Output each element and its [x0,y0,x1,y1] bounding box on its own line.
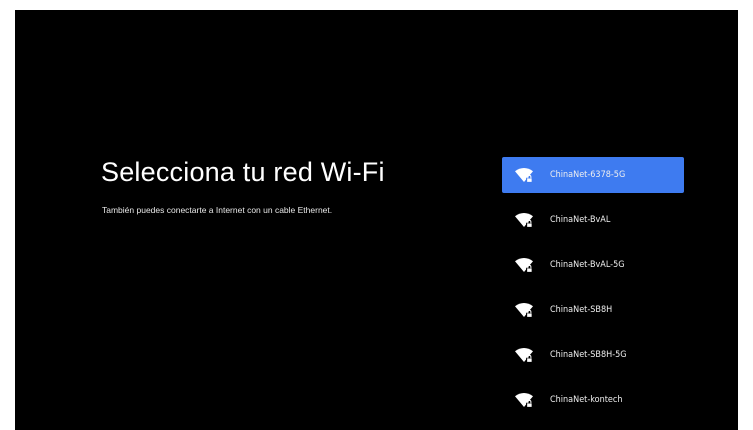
network-item[interactable]: ChinaNet-SB8H [502,292,684,328]
page-title: Selecciona tu red Wi-Fi [101,157,385,187]
network-item[interactable]: ChinaNet-6378-5G [502,157,684,193]
wifi-locked-icon [515,168,533,183]
wifi-setup-screen: Selecciona tu red Wi-Fi También puedes c… [15,10,738,430]
wifi-locked-icon [515,258,533,273]
network-name: ChinaNet-6378-5G [550,170,626,180]
page-subtitle: También puedes conectarte a Internet con… [102,205,333,215]
wifi-locked-icon [515,303,533,318]
network-name: ChinaNet-BvAL-5G [550,260,625,270]
network-name: ChinaNet-BvAL [550,215,611,225]
network-item[interactable]: ChinaNet-BvAL-5G [502,247,684,283]
wifi-locked-icon [515,393,533,408]
network-name: ChinaNet-SB8H [550,305,613,315]
network-name: ChinaNet-kontech [550,395,623,405]
wifi-locked-icon [515,213,533,228]
network-item[interactable]: ChinaNet-BvAL [502,202,684,238]
wifi-locked-icon [515,348,533,363]
network-item[interactable]: ChinaNet-SB8H-5G [502,337,684,373]
network-list: ChinaNet-6378-5G ChinaNet-BvAL ChinaNet-… [502,157,684,427]
network-name: ChinaNet-SB8H-5G [550,350,627,360]
network-item[interactable]: ChinaNet-kontech [502,382,684,418]
